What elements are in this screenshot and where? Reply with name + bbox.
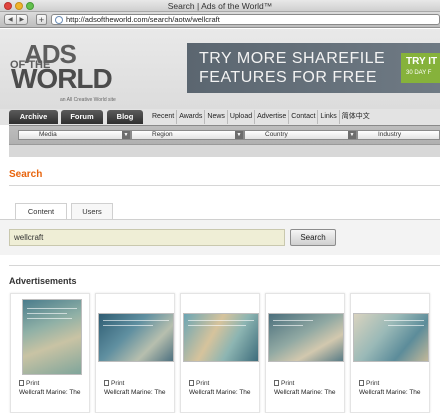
logo-text-world: WORLD — [11, 63, 113, 94]
nav-tab-forum[interactable]: Forum — [61, 110, 103, 124]
filter-industry-label: Industry — [378, 131, 402, 138]
filter-country-label: Country — [265, 131, 288, 138]
ad-thumbnail[interactable] — [98, 313, 174, 362]
page-title: Search — [9, 169, 43, 180]
banner-cta-sublabel: 30 DAY F — [406, 70, 432, 76]
nav-link-recent[interactable]: Recent — [150, 110, 176, 124]
filter-bar: Media ▼ Region ▼ Country ▼ Industry — [9, 125, 440, 157]
ad-card[interactable]: Print Wellcraft Marine: The — [10, 293, 90, 413]
ad-media-type: Print — [19, 380, 39, 387]
nav-link-news[interactable]: News — [204, 110, 227, 124]
filter-country-select[interactable]: Country ▼ — [244, 130, 357, 140]
nav-link-upload[interactable]: Upload — [226, 110, 254, 124]
nav-link-chinese[interactable]: 简体中文 — [338, 110, 372, 124]
ad-card[interactable]: Print Wellcraft Marine: The — [265, 293, 345, 413]
ad-media-type: Print — [359, 380, 379, 387]
tab-users[interactable]: Users — [71, 203, 113, 219]
banner-line-1: TRY MORE SHAREFILE — [199, 50, 386, 67]
nav-link-awards[interactable]: Awards — [176, 110, 204, 124]
document-icon — [104, 380, 109, 386]
ad-title-link[interactable]: Wellcraft Marine: The — [359, 389, 421, 396]
filter-media-label: Media — [39, 131, 57, 138]
nav-link-advertise[interactable]: Advertise — [254, 110, 288, 124]
address-url: http://adsoftheworld.com/search/aotw/wel… — [66, 15, 220, 24]
ad-title-link[interactable]: Wellcraft Marine: The — [274, 389, 336, 396]
ad-card[interactable]: Print Wellcraft Marine: The — [180, 293, 260, 413]
ad-thumbnail[interactable] — [22, 299, 82, 375]
ad-media-type: Print — [189, 380, 209, 387]
nav-link-links[interactable]: Links — [317, 110, 338, 124]
banner-cta-label: TRY IT — [406, 56, 438, 67]
filter-industry-select[interactable]: Industry — [357, 130, 440, 140]
chevron-down-icon: ▼ — [235, 131, 243, 139]
divider — [9, 185, 440, 186]
new-tab-button[interactable]: + — [36, 14, 47, 25]
window-titlebar: Search | Ads of the World™ — [0, 0, 440, 12]
ad-title-link[interactable]: Wellcraft Marine: The — [19, 389, 81, 396]
ad-media-type: Print — [104, 380, 124, 387]
window-title: Search | Ads of the World™ — [167, 1, 273, 11]
ad-thumbnail[interactable] — [183, 313, 259, 362]
ad-media-type: Print — [274, 380, 294, 387]
document-icon — [189, 380, 194, 386]
nav-tab-blog[interactable]: Blog — [107, 110, 143, 124]
banner-cta-button[interactable]: TRY IT 30 DAY F — [401, 53, 440, 83]
advertisements-heading: Advertisements — [9, 276, 77, 286]
main-nav: Archive Forum Blog Recent Awards News Up… — [0, 109, 440, 125]
document-icon — [359, 380, 364, 386]
ad-title-link[interactable]: Wellcraft Marine: The — [189, 389, 251, 396]
site-header: ADS OF THE WORLD an All Creative World s… — [0, 29, 440, 109]
ad-card[interactable]: Print Wellcraft Marine: The — [350, 293, 430, 413]
nav-link-contact[interactable]: Contact — [288, 110, 317, 124]
filter-region-label: Region — [152, 131, 173, 138]
ad-card[interactable]: Print Wellcraft Marine: The — [95, 293, 175, 413]
history-buttons: ◀ ▶ — [4, 14, 28, 25]
sharefile-ad-banner[interactable]: TRY MORE SHAREFILE FEATURES FOR FREE TRY… — [187, 43, 440, 93]
search-form: Search — [0, 219, 440, 255]
back-button[interactable]: ◀ — [5, 15, 16, 24]
site-logo[interactable]: ADS OF THE WORLD an All Creative World s… — [10, 41, 122, 103]
divider — [9, 265, 440, 266]
ad-thumbnail[interactable] — [353, 313, 429, 362]
ad-thumbnail[interactable] — [268, 313, 344, 362]
filter-media-select[interactable]: Media ▼ — [18, 130, 131, 140]
filter-bar-lower — [9, 144, 440, 157]
banner-line-2: FEATURES FOR FREE — [199, 69, 377, 86]
nav-links: Recent Awards News Upload Advertise Cont… — [150, 110, 372, 124]
filter-region-select[interactable]: Region ▼ — [131, 130, 244, 140]
search-button[interactable]: Search — [290, 229, 336, 246]
address-bar[interactable]: http://adsoftheworld.com/search/aotw/wel… — [51, 14, 440, 25]
tab-content[interactable]: Content — [15, 203, 67, 220]
chevron-down-icon: ▼ — [122, 131, 130, 139]
forward-button[interactable]: ▶ — [15, 15, 28, 24]
search-input[interactable] — [9, 229, 285, 246]
document-icon — [274, 380, 279, 386]
nav-tab-archive[interactable]: Archive — [9, 110, 58, 124]
document-icon — [19, 380, 24, 386]
web-page: ADS OF THE WORLD an All Creative World s… — [0, 29, 440, 413]
logo-tagline: an All Creative World site — [60, 97, 116, 103]
browser-toolbar: ◀ ▶ + http://adsoftheworld.com/search/ao… — [0, 12, 440, 28]
ad-title-link[interactable]: Wellcraft Marine: The — [104, 389, 166, 396]
chevron-down-icon: ▼ — [348, 131, 356, 139]
globe-icon — [55, 16, 63, 24]
